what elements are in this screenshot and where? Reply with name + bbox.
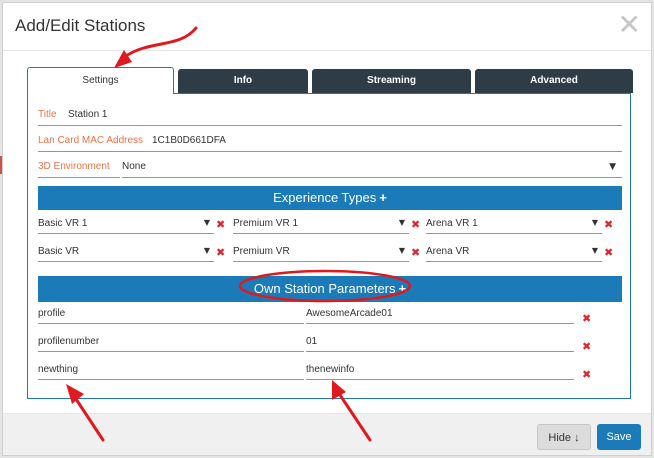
mac-address-field[interactable]: Lan Card MAC Address 1C1B0D661DFA [38, 130, 622, 152]
remove-parameter-icon[interactable]: ✖ [582, 312, 591, 325]
mac-address-value: 1C1B0D661DFA [152, 135, 226, 146]
environment-label-wrap: 3D Environment [38, 156, 120, 178]
title-label: Title [38, 109, 57, 120]
save-button[interactable]: Save [597, 424, 641, 450]
chevron-down-icon: ▼ [203, 246, 210, 255]
param-value-text: 01 [306, 336, 318, 347]
experience-types-title: Experience Types [273, 190, 377, 205]
add-edit-stations-dialog: Add/Edit Stations ✕ Settings Info Stream… [2, 2, 652, 456]
add-experience-plus-icon[interactable]: + [379, 190, 387, 205]
param-key-input[interactable]: profilenumber [38, 330, 304, 352]
param-key-input[interactable]: newthing [38, 358, 304, 380]
title-field[interactable]: Title Station 1 [38, 104, 622, 126]
own-station-parameters-header: Own Station Parameters + [38, 276, 622, 302]
hide-button[interactable]: Hide ↓ [537, 424, 591, 450]
dialog-body: Settings Info Streaming Advanced Title S… [27, 67, 633, 401]
remove-experience-icon[interactable]: ✖ [604, 218, 613, 231]
experience-select-premium[interactable]: Premium VR ▼ [233, 240, 409, 262]
experience-value: Premium VR 1 [233, 218, 299, 229]
dialog-footer: Hide ↓ Save [3, 413, 651, 455]
experience-value: Arena VR 1 [426, 218, 478, 229]
param-value-text: thenewinfo [306, 364, 355, 375]
param-key-text: profile [38, 308, 66, 319]
tab-settings[interactable]: Settings [27, 67, 174, 94]
param-key-text: newthing [38, 364, 79, 375]
chevron-down-icon: ▼ [203, 218, 210, 227]
experience-types-header: Experience Types + [38, 186, 622, 210]
chevron-down-icon: ▼ [591, 246, 598, 255]
environment-value: None [122, 161, 146, 172]
chevron-down-icon: ▼ [398, 218, 405, 227]
param-key-text: profilenumber [38, 336, 100, 347]
tab-bar: Settings Info Streaming Advanced [27, 67, 633, 94]
experience-value: Arena VR [426, 246, 470, 257]
param-value-input[interactable]: thenewinfo [306, 358, 574, 380]
environment-label: 3D Environment [38, 161, 110, 172]
remove-parameter-icon[interactable]: ✖ [582, 368, 591, 381]
settings-panel: Title Station 1 Lan Card MAC Address 1C1… [27, 93, 631, 399]
environment-select[interactable]: None ▼ [122, 156, 622, 178]
experience-select-arena-1[interactable]: Arena VR 1 ▼ [426, 212, 602, 234]
mac-address-label: Lan Card MAC Address [38, 135, 144, 146]
title-value: Station 1 [68, 109, 108, 120]
environment-row: 3D Environment None ▼ [38, 156, 622, 178]
add-parameter-plus-icon[interactable]: + [399, 281, 407, 296]
chevron-down-icon: ▼ [591, 218, 598, 227]
chevron-down-icon: ▼ [398, 246, 405, 255]
experience-value: Premium VR [233, 246, 290, 257]
close-icon[interactable]: ✕ [618, 11, 641, 39]
param-value-text: AwesomeArcade01 [306, 308, 393, 319]
experience-select-premium-1[interactable]: Premium VR 1 ▼ [233, 212, 409, 234]
param-value-input[interactable]: AwesomeArcade01 [306, 302, 574, 324]
dialog-title: Add/Edit Stations [15, 16, 146, 35]
remove-experience-icon[interactable]: ✖ [216, 246, 225, 259]
experience-select-arena[interactable]: Arena VR ▼ [426, 240, 602, 262]
dialog-header: Add/Edit Stations ✕ [3, 3, 651, 51]
remove-parameter-icon[interactable]: ✖ [582, 340, 591, 353]
param-key-input[interactable]: profile [38, 302, 304, 324]
chevron-down-icon: ▼ [609, 162, 616, 172]
tab-advanced[interactable]: Advanced [475, 69, 633, 93]
own-station-parameters-title: Own Station Parameters [253, 281, 396, 296]
param-value-input[interactable]: 01 [306, 330, 574, 352]
tab-streaming[interactable]: Streaming [312, 69, 471, 93]
tab-info[interactable]: Info [178, 69, 308, 93]
remove-experience-icon[interactable]: ✖ [411, 246, 420, 259]
remove-experience-icon[interactable]: ✖ [604, 246, 613, 259]
experience-value: Basic VR 1 [38, 218, 88, 229]
remove-experience-icon[interactable]: ✖ [411, 218, 420, 231]
remove-experience-icon[interactable]: ✖ [216, 218, 225, 231]
experience-select-basic-1[interactable]: Basic VR 1 ▼ [38, 212, 214, 234]
experience-select-basic[interactable]: Basic VR ▼ [38, 240, 214, 262]
experience-value: Basic VR [38, 246, 80, 257]
